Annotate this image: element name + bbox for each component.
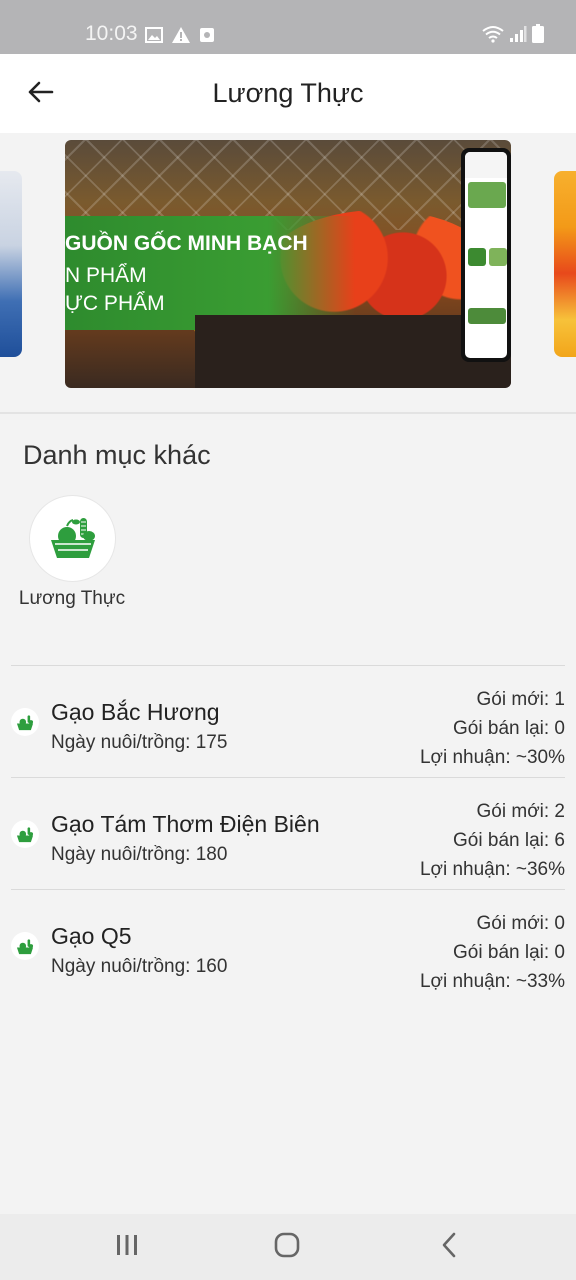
page-title: Lương Thực bbox=[212, 78, 364, 108]
app-notification-icon bbox=[199, 27, 215, 48]
section-title: Danh mục khác bbox=[23, 440, 211, 470]
resale-packs: Gói bán lại: 0 bbox=[453, 718, 565, 739]
product-days: Ngày nuôi/trồng: 160 bbox=[51, 956, 228, 977]
product-icon bbox=[11, 708, 39, 736]
profit: Lợi nhuận: ~36% bbox=[419, 859, 565, 880]
banner-slide[interactable]: GUỒN GỐC MINH BẠCH N PHẨM ỰC PHẨM bbox=[65, 140, 511, 388]
status-time: 10:03 bbox=[85, 22, 138, 45]
product-icon bbox=[11, 932, 39, 960]
resale-packs: Gói bán lại: 6 bbox=[453, 830, 565, 851]
banner-line-2: N PHẨM bbox=[65, 264, 147, 287]
food-basket-icon bbox=[43, 506, 103, 571]
banner-headline: GUỒN GỐC MINH BẠCH bbox=[65, 232, 308, 255]
system-nav-bar bbox=[0, 1214, 576, 1280]
product-stats: Gói mới: 0 Gói bán lại: 0 Lợi nhuận: ~33… bbox=[420, 909, 565, 996]
list-item[interactable]: Gạo Q5 Ngày nuôi/trồng: 160 Gói mới: 0 G… bbox=[11, 889, 565, 1001]
recent-apps-button[interactable] bbox=[110, 1232, 144, 1262]
divider bbox=[0, 412, 576, 414]
warning-icon bbox=[171, 26, 191, 49]
product-name: Gạo Q5 bbox=[51, 923, 132, 949]
product-name: Gạo Tám Thơm Điện Biên bbox=[51, 811, 320, 837]
banner-phone-image bbox=[461, 148, 511, 362]
image-icon bbox=[145, 27, 163, 48]
product-stats: Gói mới: 1 Gói bán lại: 0 Lợi nhuận: ~30… bbox=[420, 685, 565, 772]
product-list: Gạo Bắc Hương Ngày nuôi/trồng: 175 Gói m… bbox=[11, 665, 565, 1001]
list-item[interactable]: Gạo Tám Thơm Điện Biên Ngày nuôi/trồng: … bbox=[11, 777, 565, 889]
back-icon bbox=[441, 1232, 457, 1263]
category-label: Lương Thực bbox=[18, 588, 126, 609]
signal-icon bbox=[509, 26, 527, 48]
category-item-luong-thuc[interactable]: Lương Thực bbox=[14, 496, 130, 616]
battery-icon bbox=[532, 24, 544, 48]
next-banner[interactable] bbox=[554, 171, 576, 357]
product-days: Ngày nuôi/trồng: 180 bbox=[51, 844, 228, 865]
list-item[interactable]: Gạo Bắc Hương Ngày nuôi/trồng: 175 Gói m… bbox=[11, 665, 565, 777]
recent-apps-icon bbox=[115, 1234, 139, 1261]
wifi-icon bbox=[482, 25, 504, 48]
product-stats: Gói mới: 2 Gói bán lại: 6 Lợi nhuận: ~36… bbox=[420, 797, 565, 884]
product-icon bbox=[11, 820, 39, 848]
system-back-button[interactable] bbox=[432, 1232, 466, 1262]
new-packs: Gói mới: 2 bbox=[476, 801, 565, 822]
banner-line-3: ỰC PHẨM bbox=[65, 292, 165, 315]
resale-packs: Gói bán lại: 0 bbox=[453, 942, 565, 963]
profit: Lợi nhuận: ~30% bbox=[419, 747, 565, 768]
new-packs: Gói mới: 1 bbox=[476, 689, 565, 710]
banner-carousel[interactable]: GUỒN GỐC MINH BẠCH N PHẨM ỰC PHẨM bbox=[0, 133, 576, 412]
app-bar: Lương Thực bbox=[0, 54, 576, 133]
profit: Lợi nhuận: ~33% bbox=[419, 971, 565, 992]
home-button[interactable] bbox=[270, 1232, 304, 1262]
new-packs: Gói mới: 0 bbox=[476, 913, 565, 934]
home-icon bbox=[274, 1232, 300, 1263]
category-icon-wrapper bbox=[30, 496, 115, 581]
status-bar: 10:03 bbox=[0, 0, 576, 54]
previous-banner[interactable] bbox=[0, 171, 22, 357]
product-days: Ngày nuôi/trồng: 175 bbox=[51, 732, 228, 753]
product-name: Gạo Bắc Hương bbox=[51, 699, 220, 725]
